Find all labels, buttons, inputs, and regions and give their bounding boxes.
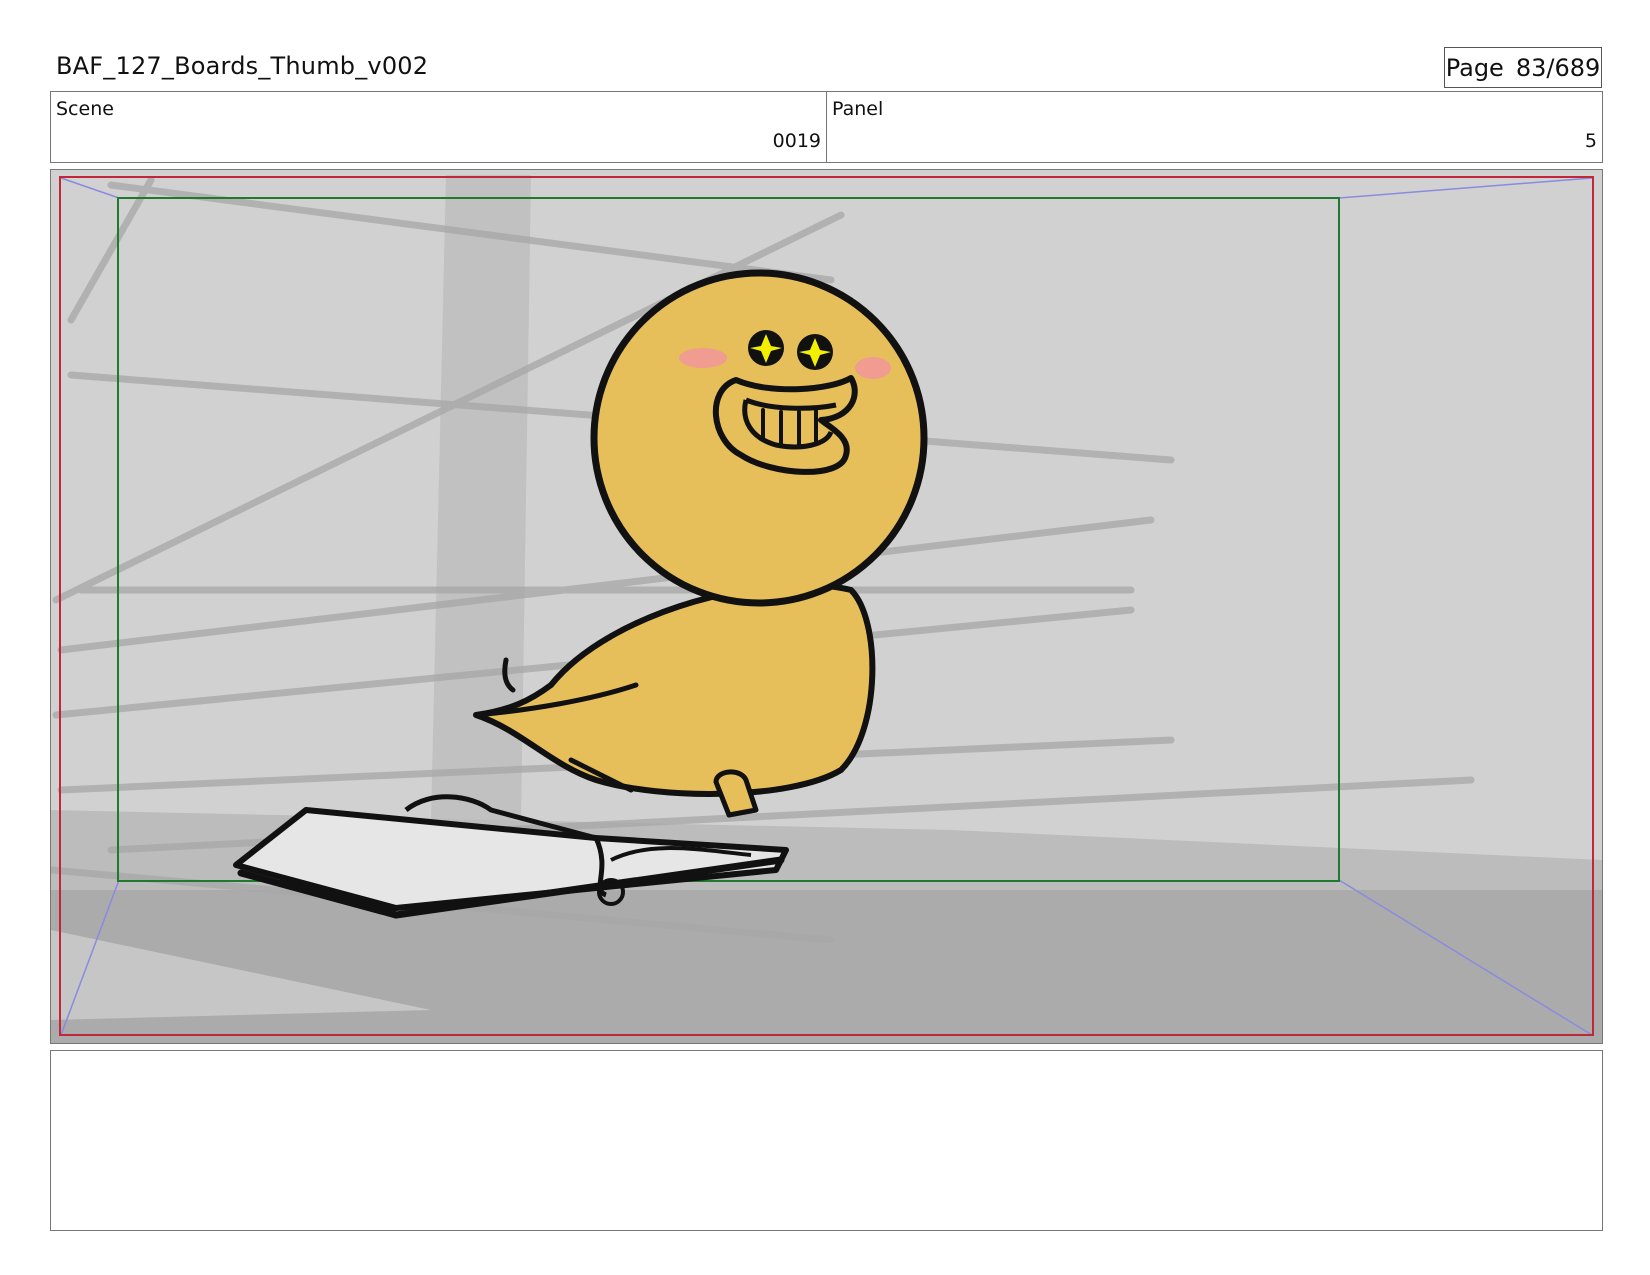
panel-label: Panel (832, 98, 884, 120)
document-title: BAF_127_Boards_Thumb_v002 (56, 52, 429, 80)
storyboard-panel (50, 169, 1603, 1044)
scene-cell: Scene 0019 (51, 92, 826, 162)
right-cheek-blush (855, 357, 891, 379)
page-number: 83/689 (1515, 53, 1601, 82)
panel-notes (50, 1050, 1603, 1231)
page-indicator: Page 83/689 (1444, 47, 1602, 88)
scene-panel-info: Scene 0019 Panel 5 (50, 91, 1603, 163)
storyboard-drawing (51, 170, 1602, 1043)
left-cheek-blush (679, 348, 727, 368)
floor (51, 870, 1602, 1043)
scene-label: Scene (56, 98, 114, 120)
panel-number: 5 (1584, 130, 1597, 152)
page-label: Page (1445, 53, 1504, 82)
panel-cell: Panel 5 (826, 92, 1602, 162)
scene-number: 0019 (772, 130, 821, 152)
